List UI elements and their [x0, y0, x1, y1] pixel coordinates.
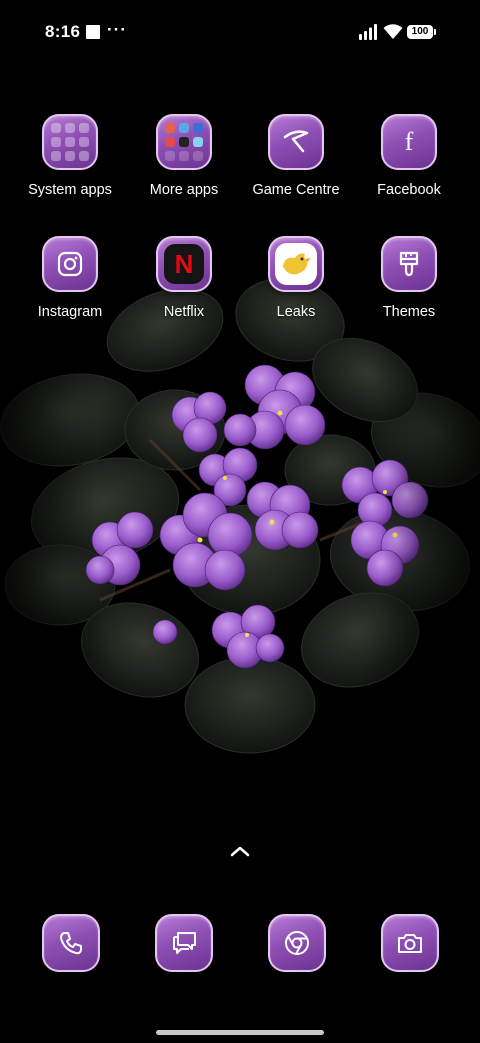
messages-icon	[155, 914, 213, 972]
app-label: Facebook	[377, 182, 441, 198]
app-facebook[interactable]: f Facebook	[353, 114, 465, 198]
app-more-apps-folder[interactable]: More apps	[128, 114, 240, 198]
app-themes[interactable]: Themes	[353, 236, 465, 320]
app-instagram[interactable]: Instagram	[14, 236, 126, 320]
wifi-icon	[383, 24, 403, 39]
netflix-letter: N	[174, 248, 194, 279]
app-label: Instagram	[37, 304, 103, 320]
status-time: 8:16	[45, 22, 81, 41]
more-notifications-indicator: ···	[107, 20, 127, 39]
dock-camera[interactable]	[380, 914, 440, 972]
folder-icon	[156, 114, 212, 170]
instagram-icon	[42, 236, 98, 292]
app-label: Game Centre	[252, 182, 340, 198]
signal-icon	[359, 24, 377, 40]
app-game-centre[interactable]: Game Centre	[240, 114, 352, 198]
camera-icon	[381, 914, 439, 972]
game-centre-icon	[268, 114, 324, 170]
app-label: Themes	[382, 304, 436, 320]
square-notification-icon	[86, 25, 100, 39]
dock-chrome[interactable]	[267, 914, 327, 972]
status-bar: 8:16 ··· 100	[0, 0, 480, 64]
app-label: More apps	[149, 182, 219, 198]
swipe-up-chevron-icon[interactable]	[228, 842, 252, 860]
app-netflix[interactable]: N Netflix	[128, 236, 240, 320]
app-label: System apps	[28, 182, 112, 198]
dock-phone[interactable]	[41, 914, 101, 972]
gesture-navigation-handle[interactable]	[156, 1030, 324, 1035]
folder-icon	[42, 114, 98, 170]
facebook-letter: f	[404, 127, 414, 156]
phone-icon	[42, 914, 100, 972]
leaks-bird-icon	[268, 236, 324, 292]
facebook-icon: f	[381, 114, 437, 170]
app-label: Netflix	[163, 304, 205, 320]
dock-messages[interactable]	[154, 914, 214, 972]
chrome-icon	[268, 914, 326, 972]
app-system-apps-folder[interactable]: System apps	[14, 114, 126, 198]
app-leaks[interactable]: Leaks	[240, 236, 352, 320]
netflix-icon: N	[156, 236, 212, 292]
app-label: Leaks	[276, 304, 316, 320]
battery-icon: 100	[407, 25, 436, 39]
themes-brush-icon	[381, 236, 437, 292]
